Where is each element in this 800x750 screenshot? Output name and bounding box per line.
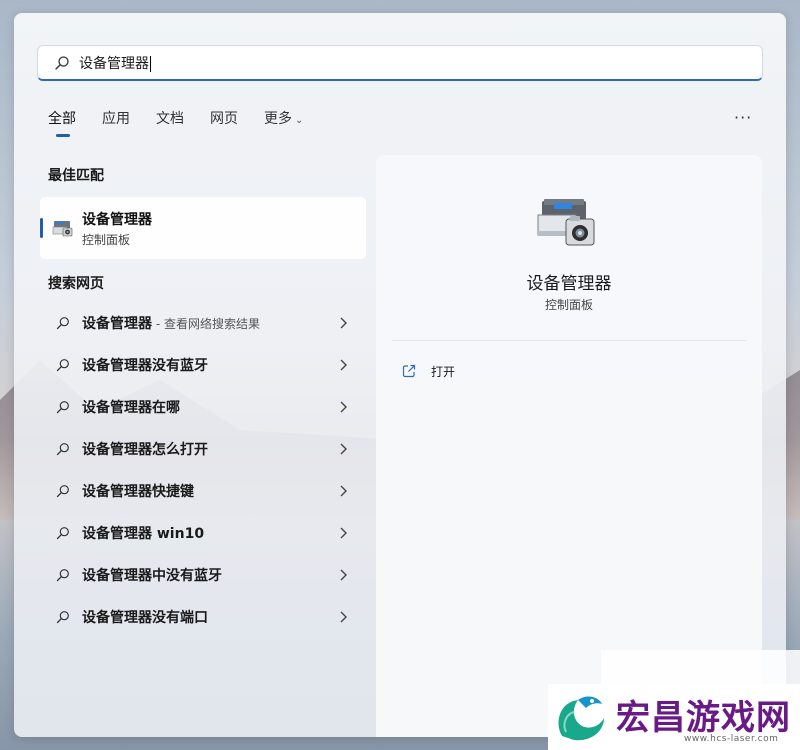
- text-caret: [150, 55, 151, 72]
- best-match-result[interactable]: 设备管理器 控制面板: [40, 197, 366, 259]
- list-item[interactable]: 设备管理器没有端口: [40, 596, 366, 638]
- web-search-heading: 搜索网页: [48, 276, 104, 292]
- search-icon: [56, 485, 69, 498]
- device-manager-icon: [52, 221, 73, 237]
- web-search-list: 设备管理器 - 查看网络搜索结果 设备管理器没有蓝牙 设备管理器在哪 设备管理器…: [40, 302, 366, 638]
- list-item-label: 设备管理器没有蓝牙: [82, 358, 208, 374]
- list-item[interactable]: 设备管理器 - 查看网络搜索结果: [40, 302, 366, 344]
- list-item[interactable]: 设备管理器快捷键: [40, 470, 366, 512]
- more-options-button[interactable]: ···: [734, 108, 752, 127]
- list-item-label: 设备管理器中没有蓝牙: [82, 568, 222, 584]
- open-button[interactable]: 打开: [402, 361, 455, 381]
- tab-apps[interactable]: 应用: [102, 108, 130, 132]
- chevron-right-icon: [340, 443, 347, 455]
- search-icon: [56, 317, 69, 330]
- search-icon: [56, 527, 69, 540]
- open-external-icon: [402, 364, 416, 378]
- tab-web[interactable]: 网页: [210, 108, 238, 132]
- tab-all[interactable]: 全部: [48, 108, 76, 137]
- chevron-right-icon: [340, 401, 347, 413]
- preview-title: 设备管理器: [526, 274, 612, 294]
- search-input[interactable]: 设备管理器: [79, 53, 151, 73]
- search-box[interactable]: 设备管理器: [37, 45, 763, 81]
- list-item-hint: - 查看网络搜索结果: [152, 317, 260, 331]
- best-match-subtitle: 控制面板: [82, 233, 131, 247]
- filter-tabs: 全部 应用 文档 网页 更多 ⌄: [48, 108, 329, 137]
- dragon-logo-icon: [558, 696, 604, 741]
- chevron-down-icon: ⌄: [295, 115, 304, 126]
- search-icon: [56, 401, 69, 414]
- list-item-label: 设备管理器 win10: [82, 526, 205, 542]
- chevron-right-icon: [340, 611, 347, 623]
- list-item[interactable]: 设备管理器在哪: [40, 386, 366, 428]
- watermark: 宏昌游戏网 www.hcs-laser.com: [548, 684, 800, 750]
- search-icon: [55, 55, 69, 70]
- list-item-label: 设备管理器怎么打开: [82, 442, 208, 458]
- device-manager-icon: [537, 199, 595, 246]
- list-item-label: 设备管理器没有端口: [82, 610, 208, 626]
- list-item[interactable]: 设备管理器 win10: [40, 512, 366, 554]
- chevron-right-icon: [340, 485, 347, 497]
- list-item-label: 设备管理器快捷键: [82, 484, 194, 500]
- chevron-right-icon: [340, 317, 347, 329]
- divider: [392, 340, 746, 341]
- search-icon: [56, 569, 69, 582]
- chevron-right-icon: [340, 569, 347, 581]
- tab-more[interactable]: 更多 ⌄: [264, 108, 303, 132]
- search-icon: [56, 359, 69, 372]
- selection-indicator: [40, 218, 43, 238]
- list-item[interactable]: 设备管理器没有蓝牙: [40, 344, 366, 386]
- search-icon: [56, 443, 69, 456]
- open-label: 打开: [431, 364, 456, 379]
- list-item-label: 设备管理器在哪: [82, 400, 180, 416]
- best-match-heading: 最佳匹配: [48, 168, 104, 184]
- chevron-right-icon: [340, 359, 347, 371]
- chevron-right-icon: [340, 527, 347, 539]
- list-item[interactable]: 设备管理器怎么打开: [40, 428, 366, 470]
- preview-subtitle: 控制面板: [544, 298, 593, 312]
- search-icon: [56, 611, 69, 624]
- tab-documents[interactable]: 文档: [156, 108, 184, 132]
- list-item[interactable]: 设备管理器中没有蓝牙: [40, 554, 366, 596]
- tab-more-label: 更多: [264, 111, 292, 127]
- list-item-label: 设备管理器 - 查看网络搜索结果: [82, 316, 260, 332]
- watermark-url: www.hcs-laser.com: [684, 734, 779, 744]
- best-match-title: 设备管理器: [82, 212, 152, 228]
- watermark-title: 宏昌游戏网: [616, 698, 791, 738]
